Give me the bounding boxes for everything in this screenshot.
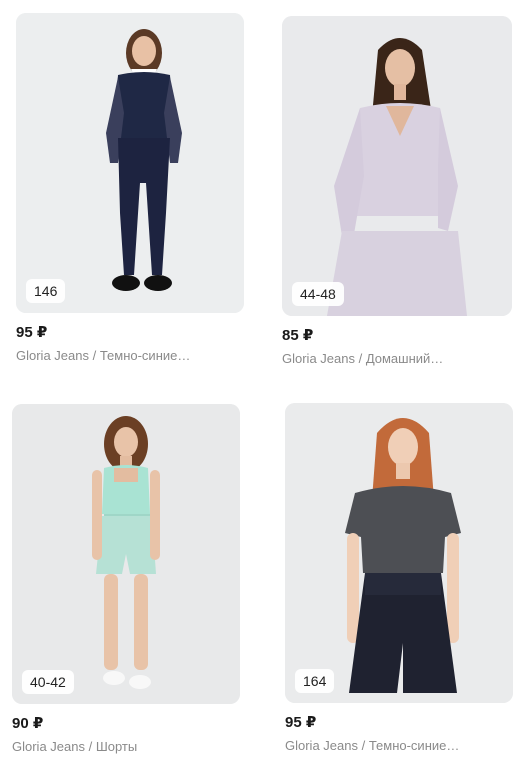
product-price: 95 ₽	[285, 714, 317, 731]
product-card[interactable]: 44-48 85 ₽ Gloria Jeans / Домашний…	[282, 16, 512, 368]
product-card[interactable]: 164 95 ₽ Gloria Jeans / Темно-синие…	[285, 403, 513, 755]
product-card[interactable]: 40-42 90 ₽ Gloria Jeans / Шорты	[12, 404, 240, 756]
product-photo[interactable]: 146	[16, 13, 244, 313]
product-photo[interactable]: 44-48	[282, 16, 512, 316]
model-illustration	[285, 403, 513, 703]
product-price: 85 ₽	[282, 327, 314, 344]
size-badge: 44-48	[292, 282, 344, 306]
product-photo[interactable]: 164	[285, 403, 513, 703]
product-title[interactable]: Gloria Jeans / Шорты	[12, 738, 240, 756]
product-price: 95 ₽	[16, 324, 48, 341]
size-badge: 146	[26, 279, 66, 303]
product-card[interactable]: 146 95 ₽ Gloria Jeans / Темно-синие…	[16, 13, 244, 365]
model-illustration	[16, 13, 244, 313]
product-price: 90 ₽	[12, 715, 44, 732]
size-badge: 164	[295, 669, 335, 693]
model-illustration	[12, 404, 240, 704]
product-title[interactable]: Gloria Jeans / Темно-синие…	[16, 347, 244, 365]
size-badge: 40-42	[22, 670, 74, 694]
product-photo[interactable]: 40-42	[12, 404, 240, 704]
model-illustration	[282, 16, 512, 316]
product-title[interactable]: Gloria Jeans / Домашний…	[282, 350, 512, 368]
product-title[interactable]: Gloria Jeans / Темно-синие…	[285, 737, 513, 755]
